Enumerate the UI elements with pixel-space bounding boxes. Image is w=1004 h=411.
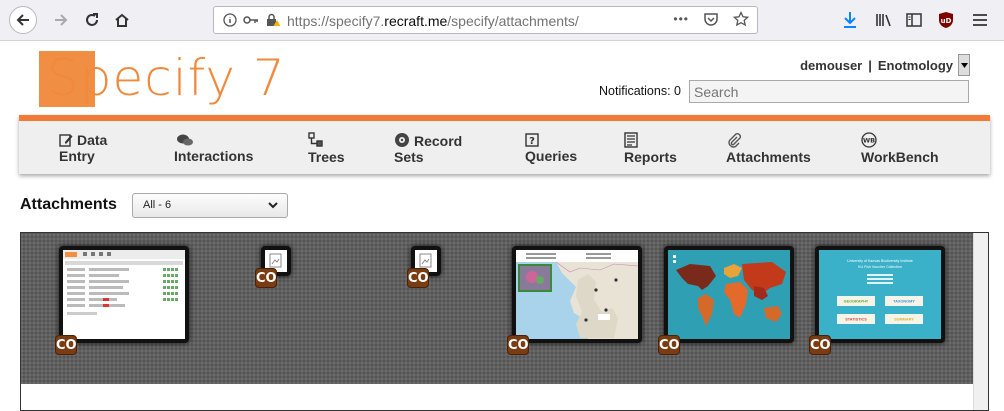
nav-reports[interactable]: Reports bbox=[624, 132, 677, 165]
attachment-thumbnail[interactable]: University of Kansas Biodiversity Instit… bbox=[815, 246, 945, 343]
download-icon bbox=[844, 12, 856, 28]
url-text: https://specify7.recraft.me/specify/atta… bbox=[287, 13, 579, 29]
nav-trees[interactable]: Trees bbox=[308, 132, 345, 165]
attachment-thumbnail[interactable] bbox=[664, 246, 794, 343]
nav-workbench[interactable]: WB WorkBench bbox=[861, 132, 939, 165]
attachments-shelf: CO CO CO CO CO University of Kansas Biod… bbox=[21, 233, 973, 384]
world-map-image bbox=[673, 255, 786, 326]
nav-queries[interactable]: ? Queries bbox=[525, 132, 577, 164]
home-button[interactable] bbox=[108, 6, 136, 34]
notifications-label[interactable]: Notifications: 0 bbox=[599, 84, 681, 98]
slide-image: University of Kansas Biodiversity Instit… bbox=[837, 259, 923, 324]
collection-object-badge: CO bbox=[658, 335, 680, 355]
sidebar-button[interactable] bbox=[903, 9, 925, 31]
collection-name[interactable]: Enotmology bbox=[878, 58, 953, 73]
nav-attachments[interactable]: Attachments bbox=[726, 132, 811, 165]
menu-button[interactable] bbox=[969, 9, 991, 31]
svg-text:University of Kansas Biodivers: University of Kansas Biodiversity Instit… bbox=[847, 259, 913, 263]
svg-text:SUMMARY: SUMMARY bbox=[894, 318, 914, 322]
collection-dropdown[interactable] bbox=[958, 54, 970, 76]
record-sets-icon bbox=[395, 133, 409, 147]
menu-icon bbox=[973, 14, 987, 26]
svg-text:STATISTICS: STATISTICS bbox=[845, 318, 867, 322]
nav-interactions[interactable]: Interactions bbox=[174, 132, 253, 164]
nav-record-sets[interactable]: Record Sets bbox=[394, 132, 462, 165]
svg-text:GEOGRAPHY: GEOGRAPHY bbox=[844, 300, 869, 304]
logo-text: Specify 7 bbox=[47, 49, 286, 107]
back-icon bbox=[16, 14, 29, 26]
interactions-icon bbox=[177, 134, 193, 146]
collection-object-badge: CO bbox=[407, 268, 429, 288]
collection-object-badge: CO bbox=[809, 335, 831, 355]
collection-object-badge: CO bbox=[255, 268, 277, 288]
table-screenshot-image bbox=[63, 250, 185, 315]
pocket-icon[interactable] bbox=[703, 11, 719, 27]
svg-text:TAXONOMY: TAXONOMY bbox=[893, 300, 915, 304]
chevron-down-icon bbox=[268, 202, 278, 209]
user-bar: demouser | Enotmology bbox=[800, 54, 970, 76]
library-icon bbox=[876, 14, 891, 27]
page-actions-icon[interactable]: ••• bbox=[673, 12, 689, 26]
filter-value: All - 6 bbox=[143, 199, 172, 211]
attachments-filter-select[interactable]: All - 6 bbox=[132, 193, 288, 218]
search-input[interactable] bbox=[689, 80, 969, 103]
library-button[interactable] bbox=[873, 9, 895, 31]
queries-icon: ? bbox=[525, 133, 539, 147]
reload-icon bbox=[86, 13, 98, 26]
svg-text:uD: uD bbox=[941, 17, 952, 25]
back-button[interactable] bbox=[9, 6, 37, 34]
attachment-thumbnail[interactable] bbox=[59, 246, 189, 343]
browser-toolbar: https://specify7.recraft.me/specify/atta… bbox=[0, 0, 1004, 41]
chevron-down-icon bbox=[960, 62, 968, 68]
attachments-title: Attachments bbox=[20, 196, 117, 213]
info-icon[interactable] bbox=[223, 13, 237, 27]
svg-text:?: ? bbox=[529, 136, 535, 147]
specify-logo[interactable]: Specify 7 bbox=[39, 49, 285, 107]
home-icon bbox=[115, 13, 129, 27]
collection-object-badge: CO bbox=[507, 335, 529, 355]
main-nav: Data Entry Interactions Trees Record Sets … bbox=[19, 115, 990, 174]
trees-icon bbox=[308, 132, 323, 147]
attachments-browser: CO CO CO CO CO University of Kansas Biod… bbox=[20, 232, 989, 411]
user-separator: | bbox=[868, 57, 872, 73]
star-icon[interactable] bbox=[733, 11, 749, 27]
download-button[interactable] bbox=[839, 9, 861, 31]
ublock-icon: uD bbox=[939, 12, 953, 28]
sidebar-icon bbox=[906, 13, 922, 27]
attachments-scrollbar[interactable] bbox=[973, 233, 988, 410]
data-entry-icon bbox=[59, 134, 73, 147]
key-icon[interactable] bbox=[243, 13, 259, 27]
reload-button[interactable] bbox=[78, 6, 106, 34]
username-link[interactable]: demouser bbox=[800, 58, 862, 73]
forward-button[interactable] bbox=[47, 6, 75, 34]
svg-text:WB: WB bbox=[863, 137, 875, 145]
forward-icon bbox=[55, 14, 68, 26]
svg-text:KU Fish Voucher Collection: KU Fish Voucher Collection bbox=[858, 265, 902, 269]
map-image bbox=[516, 250, 639, 339]
workbench-icon: WB bbox=[861, 132, 877, 148]
ublock-button[interactable]: uD bbox=[935, 9, 957, 31]
reports-icon bbox=[624, 132, 638, 148]
lock-warning-icon[interactable] bbox=[265, 12, 281, 28]
attachment-thumbnail[interactable] bbox=[512, 246, 642, 343]
collection-object-badge: CO bbox=[55, 335, 77, 355]
address-bar[interactable]: https://specify7.recraft.me/specify/atta… bbox=[213, 6, 758, 34]
attachments-icon bbox=[728, 133, 741, 148]
nav-data-entry[interactable]: Data Entry bbox=[59, 132, 107, 164]
